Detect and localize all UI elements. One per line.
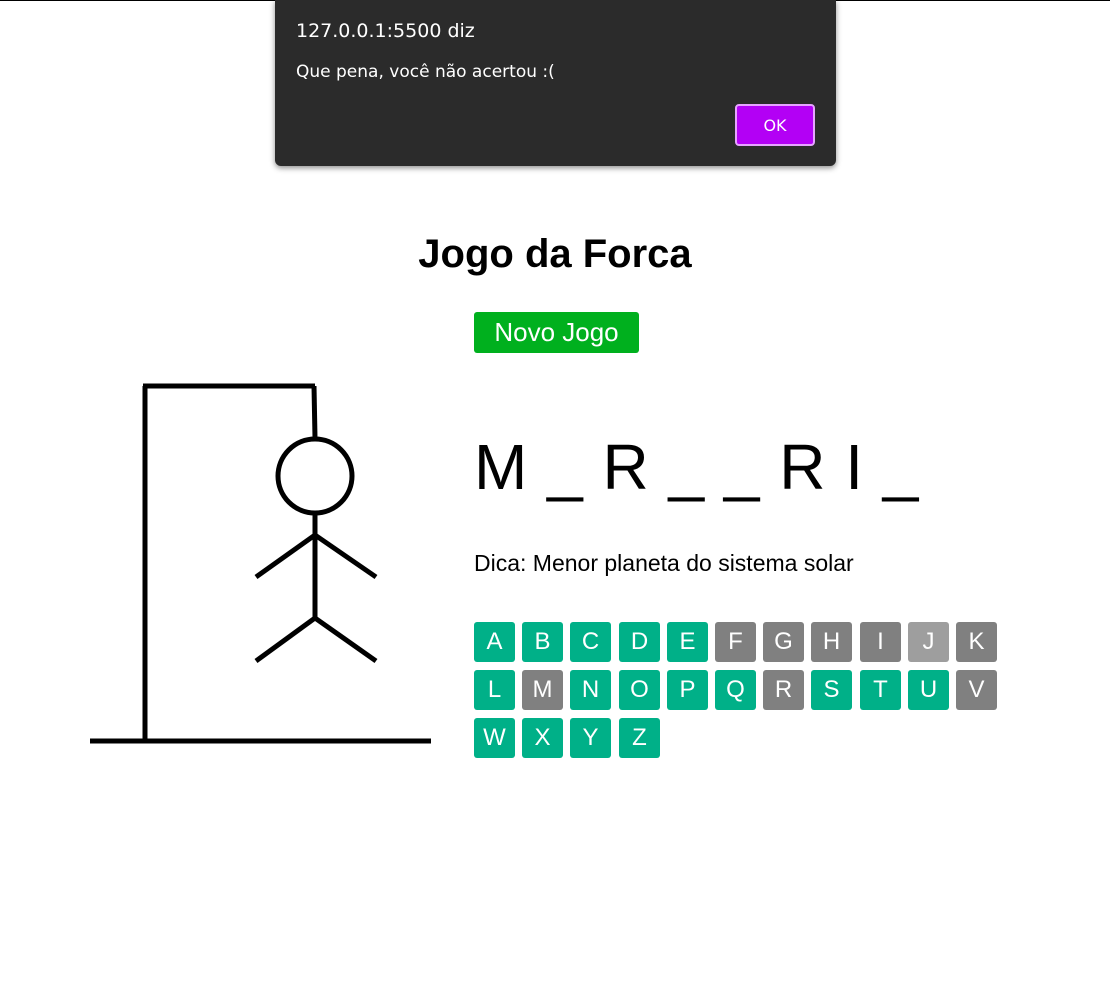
dialog-origin: 127.0.0.1:5500 diz <box>296 20 475 42</box>
alert-dialog: 127.0.0.1:5500 diz Que pena, você não ac… <box>275 0 836 166</box>
hangman-left-arm <box>254 532 317 580</box>
hint-text: Dica: Menor planeta do sistema solar <box>474 550 854 576</box>
letter-key-y[interactable]: Y <box>570 718 611 758</box>
letter-key-h: H <box>811 622 852 662</box>
hangman-head <box>275 436 355 516</box>
gallows-rope <box>311 385 318 439</box>
word-display: M _ R _ _ R I _ <box>474 431 920 503</box>
letter-key-s[interactable]: S <box>811 670 852 710</box>
hangman-left-leg <box>254 615 317 664</box>
letter-key-e[interactable]: E <box>667 622 708 662</box>
hangman-right-arm <box>313 532 378 580</box>
letter-key-a[interactable]: A <box>474 622 515 662</box>
dialog-ok-button[interactable]: OK <box>735 104 815 146</box>
letter-key-b[interactable]: B <box>522 622 563 662</box>
letter-key-p[interactable]: P <box>667 670 708 710</box>
letter-key-c[interactable]: C <box>570 622 611 662</box>
letter-key-z[interactable]: Z <box>619 718 660 758</box>
letter-key-t[interactable]: T <box>860 670 901 710</box>
letter-key-x[interactable]: X <box>522 718 563 758</box>
page-title: Jogo da Forca <box>418 232 692 276</box>
letter-key-g: G <box>763 622 804 662</box>
dialog-message: Que pena, você não acertou :( <box>296 62 555 82</box>
letter-key-k: K <box>956 622 997 662</box>
letter-key-i: I <box>860 622 901 662</box>
letter-key-m: M <box>522 670 563 710</box>
hangman-drawing <box>90 383 431 744</box>
letter-key-l[interactable]: L <box>474 670 515 710</box>
letter-key-d[interactable]: D <box>619 622 660 662</box>
letter-key-u[interactable]: U <box>908 670 949 710</box>
letter-key-r: R <box>763 670 804 710</box>
letter-key-j: J <box>908 622 949 662</box>
letter-key-w[interactable]: W <box>474 718 515 758</box>
letter-key-o[interactable]: O <box>619 670 660 710</box>
new-game-button[interactable]: Novo Jogo <box>474 312 639 353</box>
letter-key-v: V <box>956 670 997 710</box>
letter-key-n[interactable]: N <box>570 670 611 710</box>
letter-key-q[interactable]: Q <box>715 670 756 710</box>
letter-key-f: F <box>715 622 756 662</box>
hangman-right-leg <box>313 615 378 664</box>
